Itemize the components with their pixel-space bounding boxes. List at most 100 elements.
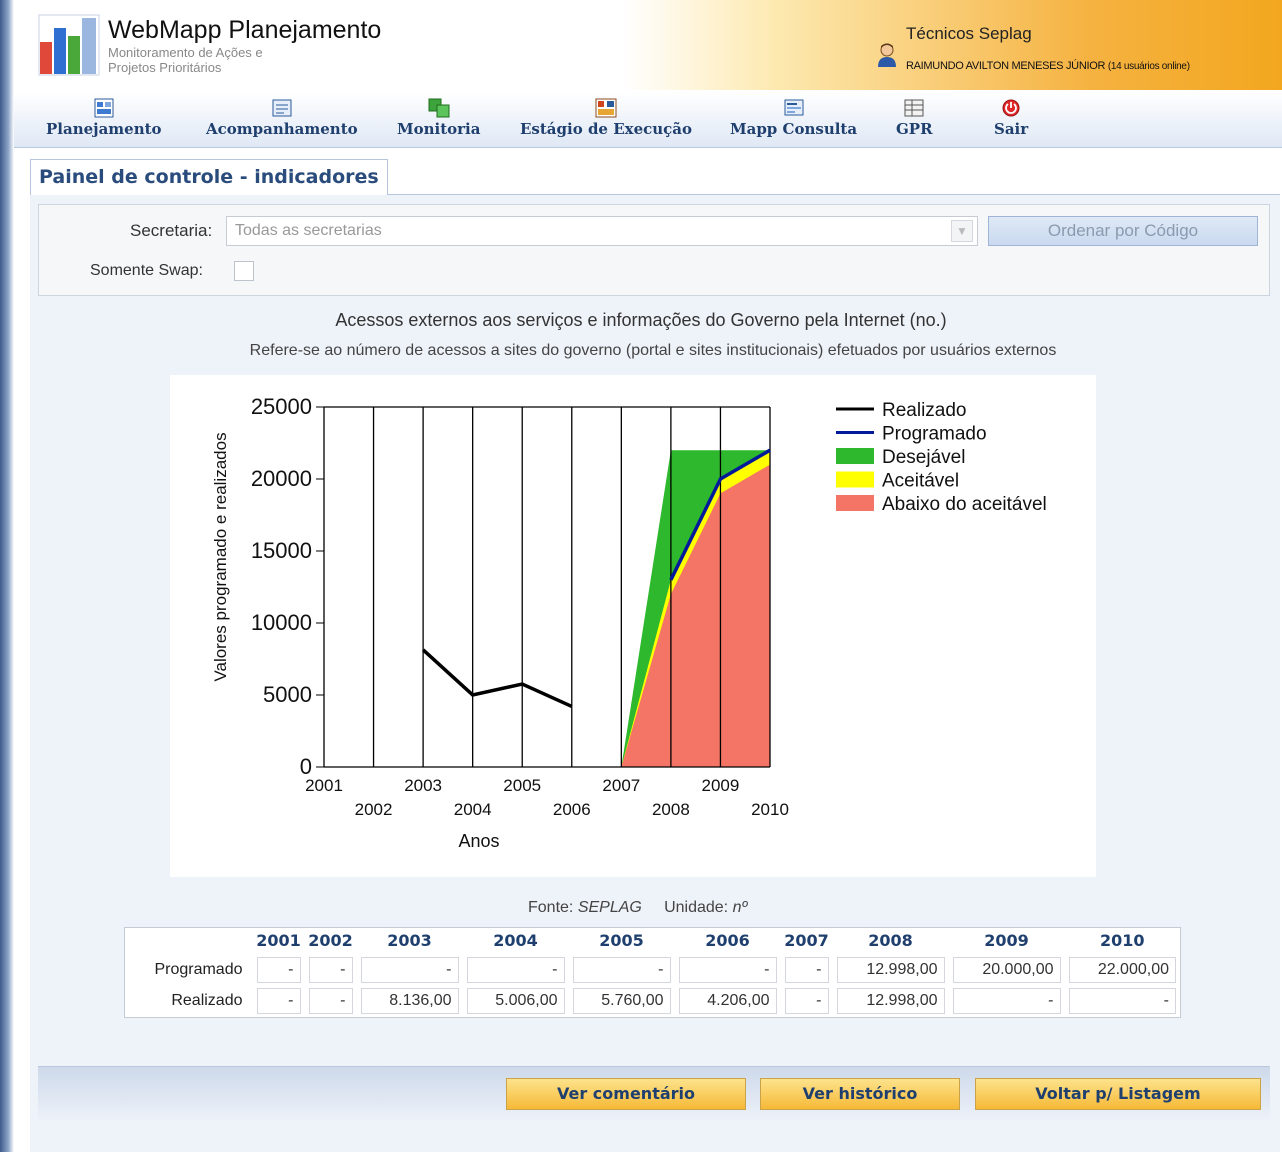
table-cell: - xyxy=(678,956,777,983)
table-cell: - xyxy=(952,988,1061,1015)
table-cell: - xyxy=(256,956,301,983)
execution-icon xyxy=(595,98,617,118)
year-header: 2003 xyxy=(387,931,432,951)
year-header: 2006 xyxy=(705,931,750,951)
year-header: 2009 xyxy=(984,931,1029,951)
x-tick-label: 2010 xyxy=(751,800,789,819)
x-tick-label: 2007 xyxy=(602,776,640,795)
y-axis-label: Valores programado e realizados xyxy=(211,432,230,681)
table-cell: - xyxy=(784,956,829,983)
table-header-row: 2001 2002 2003 2004 2005 2006 2007 2008 … xyxy=(125,928,1181,954)
table-cell: - xyxy=(1068,988,1176,1015)
row-label: Programado xyxy=(154,960,243,978)
planning-icon xyxy=(94,98,114,118)
main-nav: Planejamento Acompanhamento Monitoria Es… xyxy=(14,92,1282,148)
tracking-icon xyxy=(272,99,292,117)
year-header: 2004 xyxy=(493,931,538,951)
table-cell: 12.998,00 xyxy=(836,956,945,983)
chevron-down-icon[interactable]: ▼ xyxy=(951,220,973,242)
table-row: Programado - - - - - - - 12.998,00 20.00… xyxy=(125,954,1181,986)
view-comment-button[interactable]: Ver comentário xyxy=(506,1078,746,1110)
legend-swatch xyxy=(836,471,874,488)
legend-entry: Programado xyxy=(882,424,987,445)
header: WebMapp Planejamento Monitoramento de Aç… xyxy=(14,0,1282,90)
swap-label: Somente Swap: xyxy=(90,262,203,279)
secretaria-label: Secretaria: xyxy=(130,221,213,240)
table-cell: 5.006,00 xyxy=(466,988,565,1015)
nav-acompanhamento[interactable]: Acompanhamento xyxy=(206,98,358,138)
year-header: 2010 xyxy=(1099,931,1145,951)
table-cell: - xyxy=(784,988,829,1015)
gpr-icon xyxy=(904,99,924,117)
y-tick-label: 20000 xyxy=(251,466,312,491)
swap-checkbox[interactable] xyxy=(234,261,254,281)
secretaria-value: Todas as secretarias xyxy=(235,222,382,239)
legend-entry: Realizado xyxy=(882,400,967,421)
chart: 0 5000 10000 15000 20000 25000 2001 2002 2003 200… xyxy=(170,375,1096,877)
nav-estagio-execucao[interactable]: Estágio de Execução xyxy=(520,98,692,138)
table-cell: 4.206,00 xyxy=(678,988,777,1015)
table-cell: - xyxy=(466,956,565,983)
table-cell: - xyxy=(360,956,459,983)
tab-painel-controle[interactable]: Painel de controle - indicadores xyxy=(30,159,388,195)
table-cell: - xyxy=(572,956,671,983)
chart-svg: 0500010000150002000025000200120022003200… xyxy=(211,394,1047,851)
x-tick-label: 2006 xyxy=(553,800,591,819)
y-tick-label: 5000 xyxy=(263,682,312,707)
x-tick-label: 2008 xyxy=(652,800,690,819)
line-realizado xyxy=(421,648,573,709)
back-to-list-button[interactable]: Voltar p/ Listagem xyxy=(975,1078,1261,1110)
user-name[interactable]: RAIMUNDO AVILTON MENESES JÚNIOR (14 usuá… xyxy=(906,60,1190,72)
legend-entry: Abaixo do aceitável xyxy=(882,494,1047,515)
monitor-icon xyxy=(428,98,450,118)
app-title: WebMapp Planejamento xyxy=(108,16,382,44)
app-subtitle: Monitoramento de Ações e Projetos Priori… xyxy=(108,45,263,75)
secretaria-select[interactable]: Todas as secretarias ▼ xyxy=(226,216,978,246)
legend-entry: Desejável xyxy=(882,447,965,468)
table-cell: - xyxy=(256,988,301,1015)
view-history-button[interactable]: Ver histórico xyxy=(760,1078,960,1110)
nav-mapp-consulta[interactable]: Mapp Consulta xyxy=(730,98,857,138)
x-tick-label: 2009 xyxy=(702,776,740,795)
window-edge xyxy=(0,0,14,1152)
row-label: Realizado xyxy=(171,992,243,1010)
year-header: 2001 xyxy=(256,931,301,951)
table-cell: 12.998,00 xyxy=(836,988,945,1015)
year-header: 2008 xyxy=(868,931,913,951)
table-cell: - xyxy=(308,956,353,983)
table-cell: 22.000,00 xyxy=(1068,956,1176,983)
table-cell: - xyxy=(308,988,353,1015)
x-axis-label: Anos xyxy=(458,831,499,851)
y-tick-label: 15000 xyxy=(251,538,312,563)
year-header: 2005 xyxy=(599,931,644,951)
nav-planejamento[interactable]: Planejamento xyxy=(46,98,162,138)
user-group: Técnicos Seplag xyxy=(906,24,1032,43)
source-line: Fonte: SEPLAG Unidade: nº xyxy=(528,899,748,916)
legend-swatch xyxy=(836,495,874,511)
chart-title: Acessos externos aos serviços e informaç… xyxy=(335,310,947,330)
year-header: 2007 xyxy=(784,931,829,951)
x-tick-label: 2001 xyxy=(305,776,343,795)
chart-subtitle: Refere-se ao número de acessos a sites d… xyxy=(249,342,1057,359)
order-by-code-button[interactable]: Ordenar por Código xyxy=(988,216,1258,246)
x-tick-label: 2005 xyxy=(503,776,541,795)
legend-entry: Aceitável xyxy=(882,471,959,492)
app-logo xyxy=(38,14,100,76)
nav-gpr[interactable]: GPR xyxy=(896,98,933,138)
table-cell: 5.760,00 xyxy=(572,988,671,1015)
y-tick-label: 10000 xyxy=(251,610,312,635)
table-row: Realizado - - 8.136,00 5.006,00 5.760,00… xyxy=(125,986,1181,1018)
user-icon xyxy=(878,43,896,67)
table-cell: 20.000,00 xyxy=(952,956,1061,983)
nav-monitoria[interactable]: Monitoria xyxy=(397,98,480,138)
x-tick-label: 2003 xyxy=(404,776,442,795)
nav-sair[interactable]: Sair xyxy=(994,98,1028,138)
table-cell: 8.136,00 xyxy=(360,988,459,1015)
indicator-table: 2001 2002 2003 2004 2005 2006 2007 2008 … xyxy=(124,927,1181,1018)
x-tick-label: 2002 xyxy=(355,800,393,819)
x-tick-label: 2004 xyxy=(454,800,492,819)
power-icon xyxy=(1002,99,1020,117)
legend-swatch xyxy=(836,448,874,464)
y-tick-label: 25000 xyxy=(251,394,312,419)
year-header: 2002 xyxy=(308,931,353,951)
